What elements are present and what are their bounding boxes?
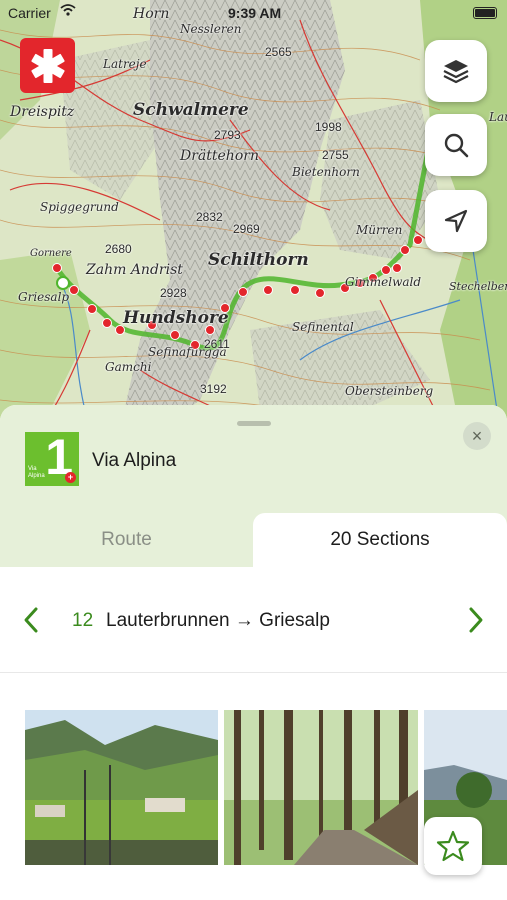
map-label-murren: Mürren <box>356 223 403 237</box>
location-arrow-icon <box>444 209 468 233</box>
valley-photo[interactable] <box>25 710 218 865</box>
map-label-elevation-2611: 2611 <box>204 337 230 351</box>
star-icon <box>436 830 470 862</box>
sheet-header: × 1 Via Alpina + Via Alpina Route 20 Sec… <box>0 405 507 567</box>
map-label-elevation-2565: 2565 <box>265 45 292 59</box>
section-number: 12 <box>72 610 94 631</box>
map-label-drattehorn: Drättehorn <box>180 148 259 164</box>
map-label-elevation-3192: 3192 <box>200 382 227 396</box>
locate-button[interactable] <box>425 190 487 252</box>
map-label-gamchi: Gamchi <box>105 360 152 374</box>
map-label-hundshore: Hundshore <box>123 308 229 328</box>
section-navigator: 12 Lauterbrunnen → Griesalp <box>0 567 507 673</box>
close-button[interactable]: × <box>463 422 491 450</box>
layers-icon <box>443 60 469 84</box>
search-icon <box>444 133 469 158</box>
map-label-spiggegrund: Spiggegrund <box>40 200 119 214</box>
map-label-elevation-2793: 2793 <box>214 128 241 142</box>
tab-sections[interactable]: 20 Sections <box>253 513 507 567</box>
close-icon: × <box>471 425 483 446</box>
chevron-right-icon <box>469 607 483 633</box>
map-label-schilthorn: Schilthorn <box>208 250 309 270</box>
map-label-latreje: Latreje <box>103 57 147 71</box>
map-label-dreispitz: Dreispitz <box>10 104 75 120</box>
carrier-label: Carrier <box>8 5 51 21</box>
tab-route[interactable]: Route <box>0 513 253 567</box>
map-label-gornere: Gornere <box>30 248 72 259</box>
tab-bar: Route 20 Sections <box>0 513 507 567</box>
app-logo[interactable] <box>20 38 75 93</box>
clock: 9:39 AM <box>228 5 282 21</box>
map-label-bietenhorn: Bietenhorn <box>292 165 360 179</box>
route-sheet: × 1 Via Alpina + Via Alpina Route 20 Sec… <box>0 405 507 900</box>
map-label-elevation-2680: 2680 <box>105 242 132 256</box>
map-label-zahm-andrist: Zahm Andrist <box>86 262 183 278</box>
map-label-stechelberg: Stechelberg <box>449 280 507 293</box>
map-label-elevation-2755: 2755 <box>322 148 349 162</box>
map-label-elevation-1998: 1998 <box>315 120 342 134</box>
map-label-gimmelwald: Gimmelwald <box>345 275 422 289</box>
forest-trail-photo[interactable] <box>224 710 418 865</box>
map-label-schwalmere: Schwalmere <box>133 100 249 120</box>
status-bar: Carrier 9:39 AM <box>0 0 507 26</box>
map-label-elevation-2832: 2832 <box>196 210 223 224</box>
swiss-cross-icon: + <box>65 472 76 483</box>
battery-icon <box>473 7 497 19</box>
favorite-button[interactable] <box>424 817 482 875</box>
map-view[interactable]: Horn Nessleren 2565 Latreje Schwalmere D… <box>0 0 507 430</box>
map-label-griesalp: Griesalp <box>18 290 70 304</box>
wifi-icon <box>60 4 76 19</box>
route-logo-caption: Via Alpina <box>28 466 45 480</box>
asterisk-icon <box>30 48 65 83</box>
layers-button[interactable] <box>425 40 487 102</box>
map-label-elevation-2969: 2969 <box>233 222 260 236</box>
sheet-grabber[interactable] <box>237 421 271 426</box>
map-label-elevation-2928: 2928 <box>160 286 187 300</box>
map-label-lau: Lau <box>489 110 507 124</box>
search-button[interactable] <box>425 114 487 176</box>
chevron-left-icon <box>24 607 38 633</box>
section-name: Lauterbrunnen → Griesalp <box>106 610 330 631</box>
via-alpina-logo: 1 Via Alpina + <box>25 432 79 486</box>
map-label-obersteinberg: Obersteinberg <box>345 384 434 398</box>
route-logo-caption-line2: Alpina <box>28 473 45 479</box>
map-label-sefinental: Sefinental <box>292 320 354 334</box>
route-title: Via Alpina <box>92 450 177 471</box>
route-logo-caption-line1: Via <box>28 466 37 472</box>
previous-section-button[interactable] <box>16 605 46 635</box>
next-section-button[interactable] <box>461 605 491 635</box>
